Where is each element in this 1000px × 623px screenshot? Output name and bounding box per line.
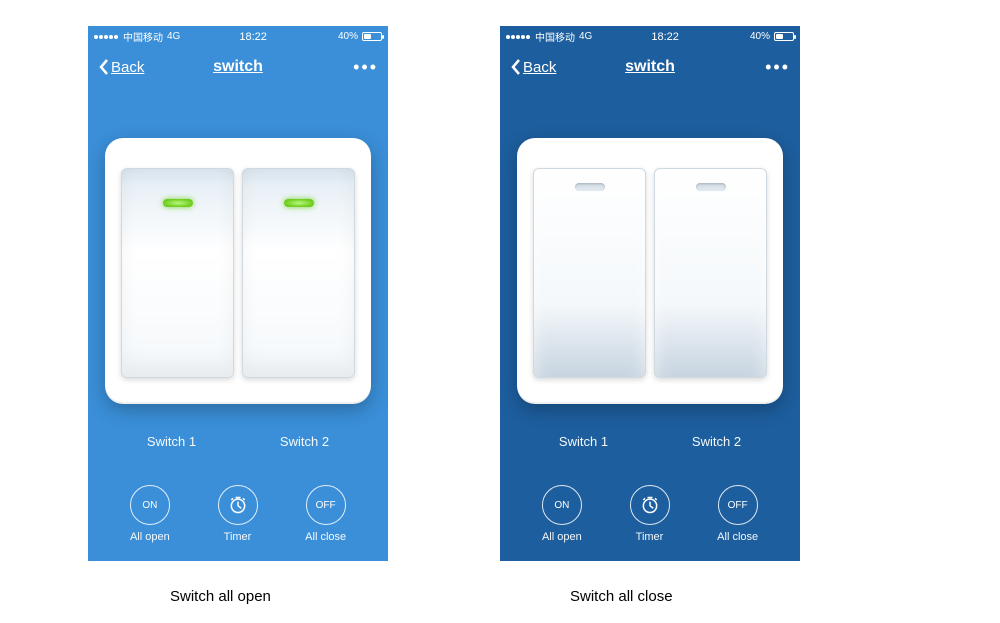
all-open-button[interactable]: ON All open	[130, 485, 170, 543]
all-close-button[interactable]: OFF All close	[717, 485, 758, 543]
signal-dots-icon	[506, 31, 531, 42]
more-button[interactable]: •••	[353, 57, 378, 78]
back-label: Back	[111, 59, 144, 76]
status-bar: 中国移动 4G 18:22 40%	[88, 26, 388, 46]
indicator-off-icon	[575, 183, 605, 191]
battery-pct: 40%	[338, 31, 358, 42]
timer-label: Timer	[224, 531, 252, 543]
network-label: 4G	[167, 31, 180, 42]
chevron-left-icon	[98, 58, 109, 76]
indicator-off-icon	[696, 183, 726, 191]
chevron-left-icon	[510, 58, 521, 76]
switch-2-label: Switch 2	[238, 434, 371, 449]
all-close-button[interactable]: OFF All close	[305, 485, 346, 543]
carrier-label: 中国移动	[535, 29, 575, 44]
gang-switch-2[interactable]	[242, 168, 355, 378]
phone-screen-close: 中国移动 4G 18:22 40% Back switch •••	[500, 26, 800, 561]
all-open-label: All open	[130, 531, 170, 543]
switch-plate	[105, 138, 371, 404]
battery-pct: 40%	[750, 31, 770, 42]
off-icon: OFF	[306, 485, 346, 525]
switch-1-label: Switch 1	[105, 434, 238, 449]
network-label: 4G	[579, 31, 592, 42]
timer-icon	[218, 485, 258, 525]
timer-button[interactable]: Timer	[630, 485, 670, 543]
timer-icon	[630, 485, 670, 525]
gang-switch-1[interactable]	[121, 168, 234, 378]
all-close-label: All close	[717, 531, 758, 543]
back-button[interactable]: Back	[98, 58, 144, 76]
phone-screen-open: 中国移动 4G 18:22 40% Back switch •••	[88, 26, 388, 561]
switch-plate	[517, 138, 783, 404]
back-button[interactable]: Back	[510, 58, 556, 76]
gang-switch-1[interactable]	[533, 168, 646, 378]
gang-switch-2[interactable]	[654, 168, 767, 378]
clock: 18:22	[239, 31, 267, 43]
switch-labels: Switch 1 Switch 2	[517, 434, 783, 449]
signal-dots-icon	[94, 31, 119, 42]
switch-2-label: Switch 2	[650, 434, 783, 449]
battery-icon	[774, 32, 794, 41]
all-close-label: All close	[305, 531, 346, 543]
switch-1-label: Switch 1	[517, 434, 650, 449]
clock: 18:22	[651, 31, 679, 43]
battery-icon	[362, 32, 382, 41]
page-title: switch	[213, 58, 263, 76]
timer-button[interactable]: Timer	[218, 485, 258, 543]
nav-bar: Back switch •••	[88, 46, 388, 88]
caption-close: Switch all close	[570, 588, 673, 605]
indicator-on-icon	[284, 199, 314, 207]
caption-open: Switch all open	[170, 588, 271, 605]
back-label: Back	[523, 59, 556, 76]
more-button[interactable]: •••	[765, 57, 790, 78]
bottom-actions: ON All open Timer OFF All close	[500, 485, 800, 543]
carrier-label: 中国移动	[123, 29, 163, 44]
nav-bar: Back switch •••	[500, 46, 800, 88]
timer-label: Timer	[636, 531, 664, 543]
on-icon: ON	[130, 485, 170, 525]
bottom-actions: ON All open Timer OFF All close	[88, 485, 388, 543]
indicator-on-icon	[163, 199, 193, 207]
status-bar: 中国移动 4G 18:22 40%	[500, 26, 800, 46]
off-icon: OFF	[718, 485, 758, 525]
page-title: switch	[625, 58, 675, 76]
all-open-button[interactable]: ON All open	[542, 485, 582, 543]
all-open-label: All open	[542, 531, 582, 543]
switch-labels: Switch 1 Switch 2	[105, 434, 371, 449]
on-icon: ON	[542, 485, 582, 525]
